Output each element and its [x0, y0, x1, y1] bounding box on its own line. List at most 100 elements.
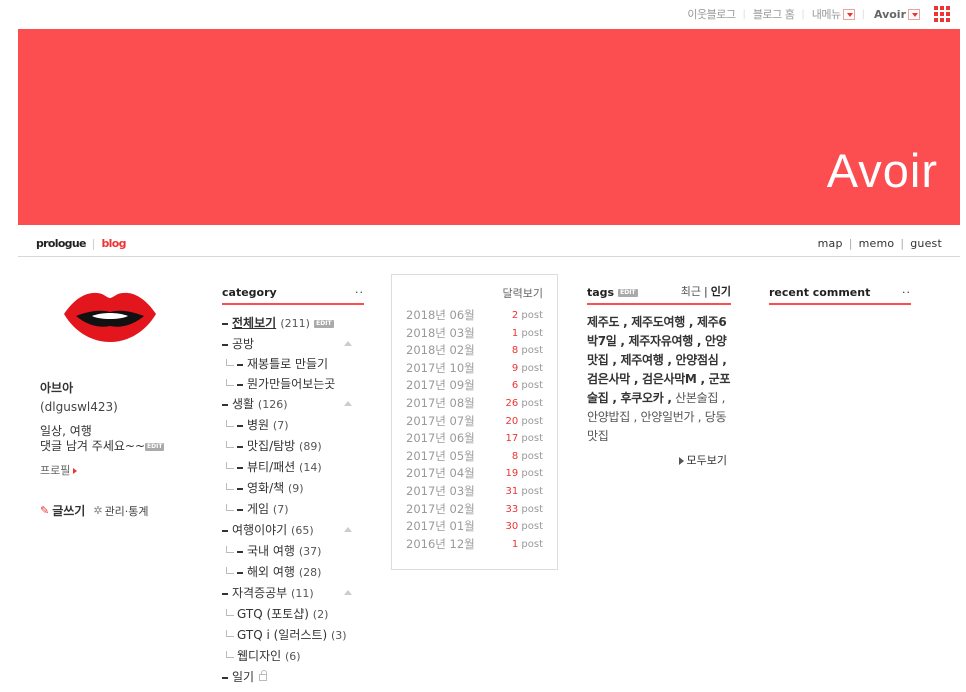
bullet-dash	[237, 466, 243, 469]
neighbor-blog-link[interactable]: 이웃블로그	[687, 6, 736, 22]
archive-row[interactable]: 2017년 10월 9 post	[406, 360, 543, 378]
tab-popular[interactable]: 인기	[711, 285, 731, 298]
archive-row[interactable]: 2018년 06월 2 post	[406, 307, 543, 325]
archive-count-value: 1	[511, 538, 519, 550]
category-label: 공방	[232, 337, 255, 351]
category-count: (11)	[291, 587, 314, 600]
category-item[interactable]: 일기	[222, 667, 364, 687]
category-count: (3)	[330, 629, 347, 642]
category-label: 생활	[232, 397, 255, 411]
category-item[interactable]: 국내 여행 (37)	[222, 541, 364, 562]
tree-connector	[226, 359, 234, 366]
archive-row[interactable]: 2017년 04월 19 post	[406, 465, 543, 483]
archive-row[interactable]: 2017년 07월 20 post	[406, 413, 543, 431]
archive-row[interactable]: 2017년 01월 30 post	[406, 518, 543, 536]
nav-guest[interactable]: guest	[910, 237, 942, 250]
category-count: (37)	[298, 545, 322, 558]
category-label: GTQ i (일러스트)	[237, 628, 328, 642]
profile-link[interactable]: 프로필	[40, 462, 170, 478]
category-item[interactable]: 뷰티/패션 (14)	[222, 457, 364, 478]
blog-title[interactable]: Avoir	[827, 143, 938, 198]
profile-edit-button[interactable]: EDIT	[145, 442, 165, 451]
write-post-link[interactable]: 글쓰기	[52, 502, 85, 519]
archive-row[interactable]: 2017년 02월 33 post	[406, 501, 543, 519]
category-title: category	[222, 286, 277, 299]
category-item[interactable]: 영화/책 (9)	[222, 478, 364, 499]
bullet-dash	[222, 676, 228, 679]
category-count: (211)	[280, 317, 310, 330]
more-dots-icon[interactable]: ··	[902, 286, 911, 299]
category-item[interactable]: 자격증공부 (11)	[222, 583, 364, 604]
divider: |	[742, 8, 746, 20]
tab-recent[interactable]: 최근	[681, 285, 701, 298]
archive-count-value: 8	[511, 345, 519, 357]
archive-month: 2018년 02월	[406, 343, 475, 358]
user-name-link[interactable]: Avoir	[874, 8, 906, 21]
archive-row[interactable]: 2017년 08월 26 post	[406, 395, 543, 413]
archive-list: 2018년 06월 2 post 2018년 03월 1 post 2018년 02월 8…	[406, 307, 543, 553]
collapse-up-icon[interactable]	[344, 590, 352, 595]
category-item[interactable]: 재봉틀로 만들기	[222, 354, 364, 374]
my-menu-dropdown-icon[interactable]	[842, 8, 855, 20]
blog-nav: prologue | blog map | memo | guest	[18, 231, 960, 257]
post-word: post	[521, 468, 543, 480]
category-item[interactable]: 웹디자인 (6)	[222, 646, 364, 667]
post-word: post	[521, 362, 543, 374]
collapse-up-icon[interactable]	[344, 527, 352, 532]
post-word: post	[521, 397, 543, 409]
app-grid-icon[interactable]	[934, 6, 950, 22]
calendar-view-link[interactable]: 달력보기	[406, 285, 543, 301]
nav-prologue[interactable]: prologue	[36, 237, 86, 250]
category-label: 전체보기	[232, 316, 277, 330]
category-item[interactable]: 게임 (7)	[222, 499, 364, 520]
category-item[interactable]: 전체보기 (211) EDIT	[222, 313, 364, 334]
archive-count-value: 6	[511, 380, 519, 392]
archive-row[interactable]: 2018년 02월 8 post	[406, 342, 543, 360]
archive-row[interactable]: 2017년 05월 8 post	[406, 448, 543, 466]
bullet-dash	[237, 550, 243, 553]
archive-count-value: 20	[505, 415, 519, 427]
tags-edit-button[interactable]: EDIT	[618, 288, 638, 297]
category-item[interactable]: GTQ i (일러스트) (3)	[222, 625, 364, 646]
tree-connector	[226, 609, 234, 616]
category-item[interactable]: 공방	[222, 334, 364, 354]
category-count: (7)	[272, 503, 289, 516]
bullet-dash	[237, 445, 243, 448]
nav-memo[interactable]: memo	[859, 237, 895, 250]
profile-id: (dlguswl423)	[40, 400, 118, 414]
archive-month: 2018년 03월	[406, 325, 475, 340]
category-edit-button[interactable]: EDIT	[314, 319, 334, 328]
category-item[interactable]: 뭔가만들어보는곳	[222, 374, 364, 394]
collapse-up-icon[interactable]	[344, 341, 352, 346]
category-item[interactable]: GTQ (포토샵) (2)	[222, 604, 364, 625]
tag-cloud: 제주도 , 제주도여행 , 제주6박7일 , 제주자유여행 , 안양맛집 , 제…	[587, 313, 731, 446]
archive-month: 2017년 07월	[406, 413, 475, 428]
category-item[interactable]: 병원 (7)	[222, 415, 364, 436]
my-menu-link[interactable]: 내메뉴	[812, 6, 841, 22]
archive-row[interactable]: 2017년 03월 31 post	[406, 483, 543, 501]
category-list: 전체보기 (211) EDIT 공방재봉틀로 만들기 뭔가만들어보는곳 생활 (126…	[222, 313, 364, 687]
manage-stats-link[interactable]: 관리·통계	[105, 503, 149, 519]
nav-map[interactable]: map	[818, 237, 843, 250]
archive-row[interactable]: 2017년 09월 6 post	[406, 377, 543, 395]
archive-row[interactable]: 2018년 03월 1 post	[406, 325, 543, 343]
profile-lips-image	[64, 292, 156, 342]
divider: |	[91, 237, 96, 250]
nav-blog[interactable]: blog	[101, 237, 126, 250]
archive-count: 33 post	[505, 501, 543, 519]
archive-row[interactable]: 2016년 12월 1 post	[406, 536, 543, 554]
collapse-up-icon[interactable]	[344, 401, 352, 406]
category-item[interactable]: 생활 (126)	[222, 394, 364, 415]
bullet-dash	[222, 529, 228, 532]
category-label: 여행이야기	[232, 523, 288, 537]
user-dropdown-icon[interactable]	[908, 8, 920, 20]
category-item[interactable]: 해외 여행 (28)	[222, 562, 364, 583]
category-count: (9)	[288, 482, 304, 495]
category-item[interactable]: 여행이야기 (65)	[222, 520, 364, 541]
blog-home-link[interactable]: 블로그 홈	[753, 6, 795, 22]
archive-row[interactable]: 2017년 06월 17 post	[406, 430, 543, 448]
category-count: (28)	[298, 566, 322, 579]
view-all-tags-link[interactable]: 모두보기	[587, 452, 727, 468]
category-item[interactable]: 맛집/탐방 (89)	[222, 436, 364, 457]
more-dots-icon[interactable]: ··	[355, 286, 364, 299]
